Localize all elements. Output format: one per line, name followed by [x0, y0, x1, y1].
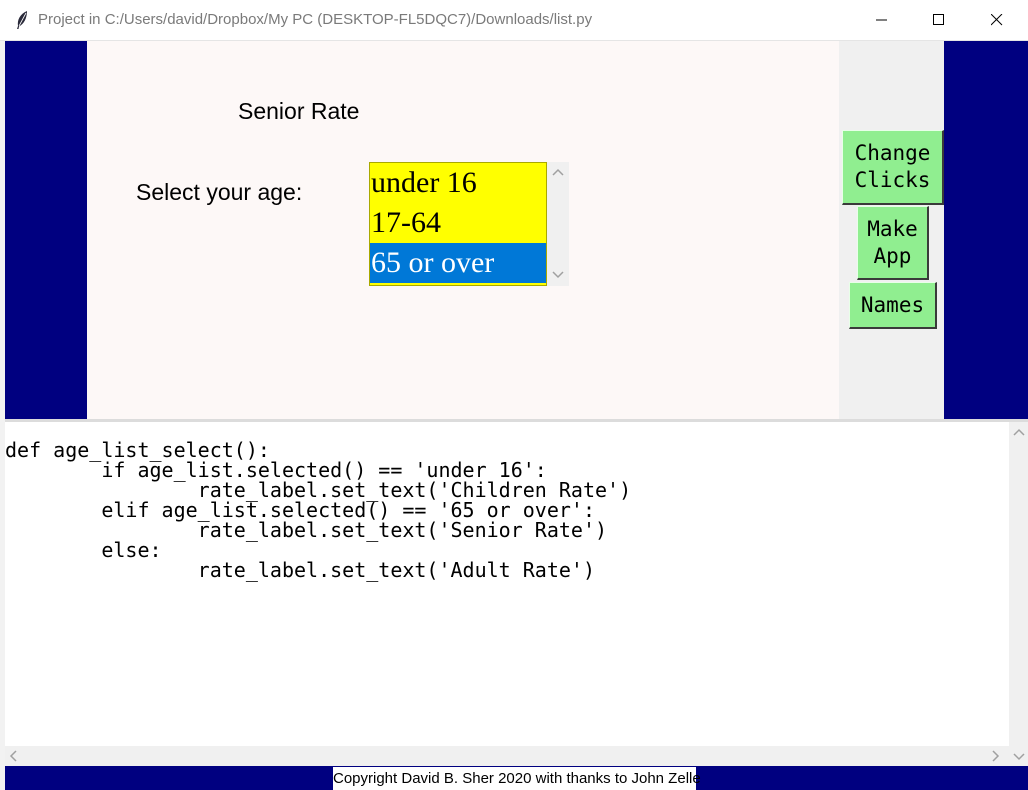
code-text[interactable]: def age_list_select(): if age_list.selec… — [5, 440, 631, 580]
title-bar: Project in C:/Users/david/Dropbox/My PC … — [0, 0, 1028, 41]
list-item-under-16[interactable]: under 16 — [370, 163, 546, 203]
rate-label: Senior Rate — [238, 98, 360, 124]
change-clicks-button[interactable]: Change Clicks — [842, 130, 944, 205]
close-icon — [991, 14, 1003, 26]
scroll-up-icon[interactable] — [1013, 427, 1025, 437]
age-prompt-label: Select your age: — [136, 179, 303, 205]
navy-margin-left — [5, 41, 87, 419]
list-item-65-or-over[interactable]: 65 or over — [370, 243, 546, 283]
minimize-icon — [876, 19, 887, 21]
scroll-down-icon[interactable] — [552, 270, 564, 280]
code-horizontal-scrollbar[interactable] — [5, 746, 1009, 766]
code-editor[interactable]: def age_list_select(): if age_list.selec… — [5, 422, 1009, 746]
feather-icon — [17, 11, 27, 29]
scroll-left-icon[interactable] — [8, 750, 18, 762]
navy-margin-right — [944, 41, 1028, 419]
minimize-button[interactable] — [854, 0, 910, 40]
window-title: Project in C:/Users/david/Dropbox/My PC … — [38, 11, 593, 28]
code-vertical-scrollbar[interactable] — [1009, 422, 1028, 766]
scroll-right-icon[interactable] — [991, 750, 1001, 762]
listbox-scrollbar[interactable] — [547, 162, 569, 286]
names-button[interactable]: Names — [849, 282, 937, 329]
maximize-button[interactable] — [911, 0, 967, 40]
list-item-17-64[interactable]: 17-64 — [370, 203, 546, 243]
scroll-up-icon[interactable] — [552, 167, 564, 177]
copyright-label: Copyright David B. Sher 2020 with thanks… — [333, 767, 701, 790]
maximize-icon — [933, 14, 944, 25]
make-app-button[interactable]: Make App — [857, 206, 929, 280]
close-button[interactable] — [969, 0, 1025, 40]
scroll-down-icon[interactable] — [1013, 752, 1025, 762]
age-listbox[interactable]: under 16 17-64 65 or over — [369, 162, 547, 286]
